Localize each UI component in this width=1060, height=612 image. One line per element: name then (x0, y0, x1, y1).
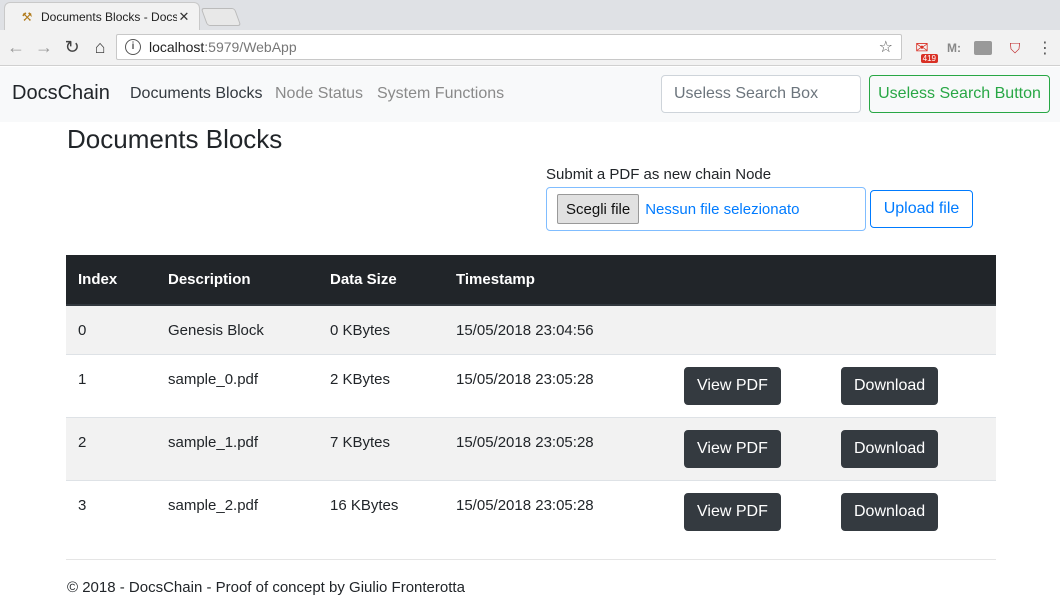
cell-view: View PDF (672, 353, 829, 417)
cell-view: View PDF (672, 479, 829, 543)
view-pdf-button[interactable]: View PDF (684, 429, 781, 468)
header-description: Description (156, 255, 318, 306)
browser-tab[interactable]: ⚒ Documents Blocks - DocsChain ✕ (4, 2, 200, 30)
brand-logo[interactable]: DocsChain (12, 82, 110, 105)
download-button[interactable]: Download (841, 366, 939, 405)
app-navbar: DocsChain Documents Blocks Node Status S… (0, 67, 1060, 122)
nav-system-functions[interactable]: System Functions (377, 85, 504, 103)
gmail-unread-badge: 419 (920, 54, 938, 63)
bookmark-star-icon[interactable]: ☆ (879, 37, 893, 57)
blocks-table: Index Description Data Size Timestamp 0 … (66, 255, 996, 543)
view-pdf-button[interactable]: View PDF (684, 366, 781, 405)
header-index: Index (66, 255, 156, 306)
table-header-row: Index Description Data Size Timestamp (66, 255, 996, 306)
choose-file-button[interactable]: Scegli file (557, 194, 640, 224)
cell-timestamp: 15/05/2018 23:05:28 (444, 353, 672, 417)
cell-view (672, 304, 829, 354)
cell-description: sample_1.pdf (156, 416, 318, 480)
forward-arrow-icon[interactable]: → (32, 36, 56, 60)
table-row: 2 sample_1.pdf 7 KBytes 15/05/2018 23:05… (66, 416, 996, 480)
upload-file-button[interactable]: Upload file (870, 190, 973, 228)
cell-data-size: 7 KBytes (318, 416, 444, 480)
url-path: :5979/WebApp (204, 39, 297, 55)
cell-data-size: 16 KBytes (318, 479, 444, 543)
search-button[interactable]: Useless Search Button (869, 75, 1050, 113)
file-input[interactable]: Scegli file Nessun file selezionato (546, 187, 866, 231)
cell-index: 2 (66, 416, 156, 480)
nav-node-status[interactable]: Node Status (275, 85, 363, 103)
download-button[interactable]: Download (841, 492, 939, 531)
new-tab-button[interactable] (200, 8, 242, 26)
cell-timestamp: 15/05/2018 23:05:28 (444, 416, 672, 480)
footer-text: © 2018 - DocsChain - Proof of concept by… (67, 579, 465, 596)
gmail-extension-icon[interactable]: ✉ 419 (910, 37, 938, 63)
header-data-size: Data Size (318, 255, 444, 306)
nav-documents-blocks[interactable]: Documents Blocks (130, 85, 263, 103)
page-title: Documents Blocks (67, 124, 283, 154)
cell-description: sample_2.pdf (156, 479, 318, 543)
cell-timestamp: 15/05/2018 23:04:56 (444, 304, 672, 354)
file-status-text: Nessun file selezionato (645, 200, 800, 218)
tab-close-icon[interactable]: ✕ (177, 9, 191, 25)
cell-description: sample_0.pdf (156, 353, 318, 417)
cell-download: Download (829, 353, 996, 417)
header-timestamp: Timestamp (444, 255, 672, 306)
m-extension-icon[interactable]: M: (944, 37, 964, 59)
cell-download (829, 304, 996, 354)
cell-download: Download (829, 416, 996, 480)
site-info-icon[interactable]: i (125, 39, 141, 55)
url-host: localhost (149, 39, 205, 55)
home-icon[interactable]: ⌂ (88, 36, 112, 60)
reload-icon[interactable]: ↻ (60, 36, 84, 60)
browser-toolbar: ← → ↻ ⌂ i localhost:5979/WebApp ☆ ✉ 419 M… (0, 30, 1060, 66)
table-row: 3 sample_2.pdf 16 KBytes 15/05/2018 23:0… (66, 479, 996, 543)
extension-icon[interactable] (974, 41, 992, 55)
upload-label: Submit a PDF as new chain Node (546, 166, 772, 183)
app-favicon-icon: ⚒ (21, 9, 33, 24)
download-button[interactable]: Download (841, 429, 939, 468)
tab-title: Documents Blocks - DocsChain (41, 9, 177, 24)
cell-index: 0 (66, 304, 156, 354)
search-input[interactable] (661, 75, 861, 113)
header-download (829, 255, 996, 306)
view-pdf-button[interactable]: View PDF (684, 492, 781, 531)
address-bar[interactable]: i localhost:5979/WebApp ☆ (116, 34, 902, 60)
back-arrow-icon[interactable]: ← (4, 36, 28, 60)
table-row: 0 Genesis Block 0 KBytes 15/05/2018 23:0… (66, 304, 996, 354)
cell-timestamp: 15/05/2018 23:05:28 (444, 479, 672, 543)
cell-data-size: 0 KBytes (318, 304, 444, 354)
table-row: 1 sample_0.pdf 2 KBytes 15/05/2018 23:05… (66, 353, 996, 417)
cell-description: Genesis Block (156, 304, 318, 354)
cell-index: 3 (66, 479, 156, 543)
cell-index: 1 (66, 353, 156, 417)
cell-download: Download (829, 479, 996, 543)
footer-divider (66, 559, 996, 560)
browser-menu-icon[interactable]: ⋮ (1037, 37, 1053, 59)
cell-view: View PDF (672, 416, 829, 480)
header-view (672, 255, 829, 306)
cell-data-size: 2 KBytes (318, 353, 444, 417)
shield-extension-icon[interactable]: ⛉ (1006, 37, 1024, 59)
browser-tabstrip: ⚒ Documents Blocks - DocsChain ✕ (0, 0, 1060, 30)
